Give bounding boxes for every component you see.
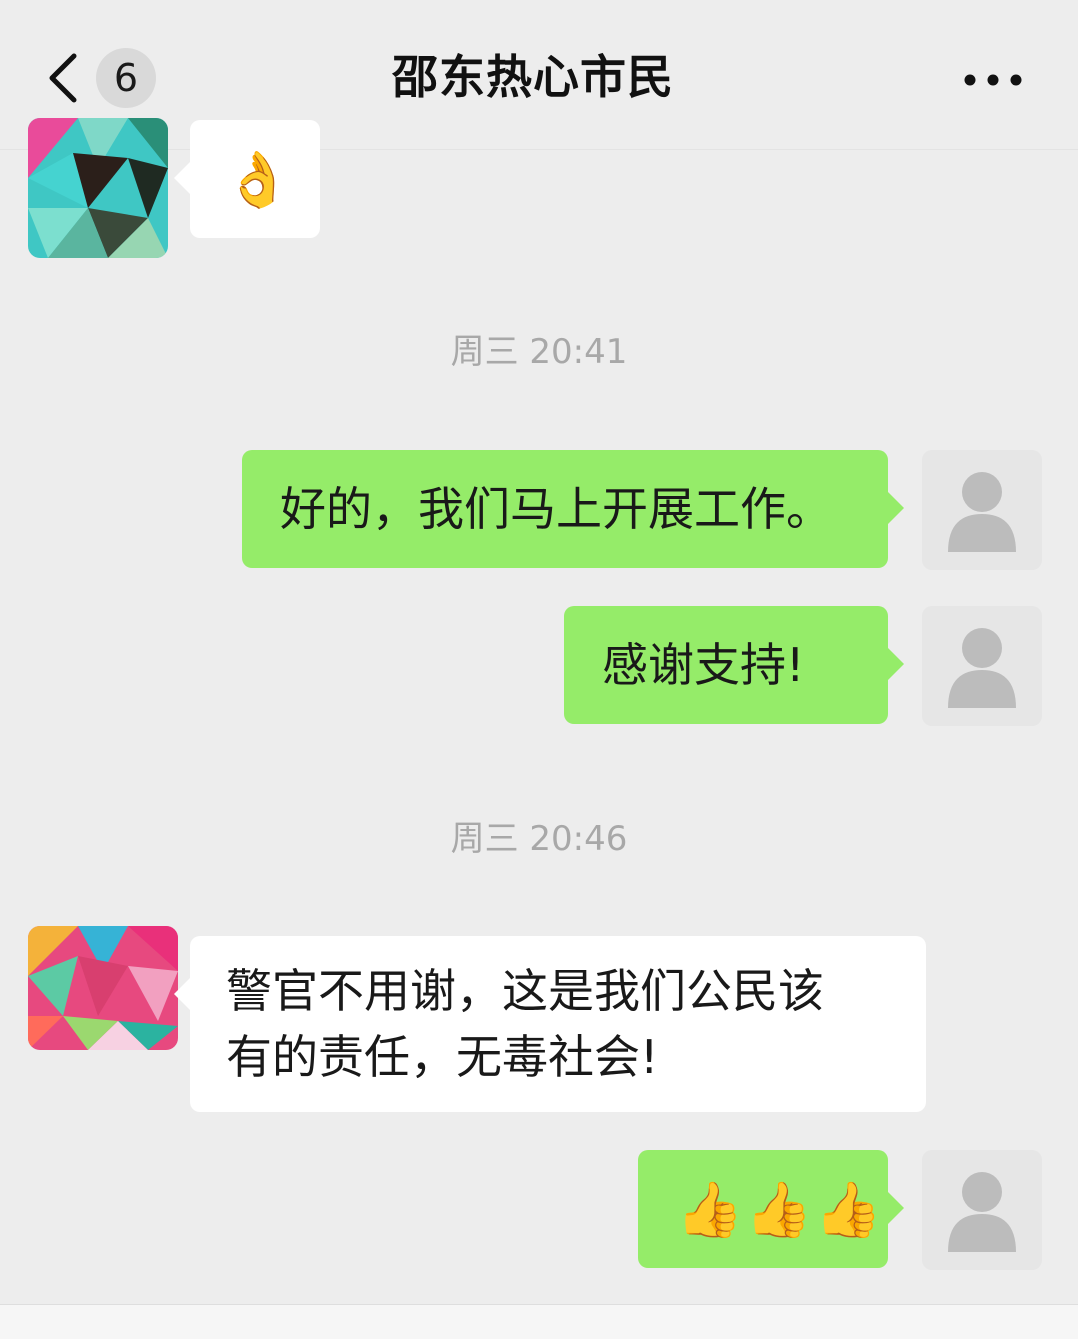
ok-hand-emoji: 👌 [224, 148, 292, 211]
my-avatar[interactable] [922, 450, 1042, 570]
message-text-line: 有的责任，无毒社会! [226, 1030, 659, 1084]
outgoing-message-bubble[interactable]: 好的，我们马上开展工作。 [242, 450, 904, 568]
message-text: 感谢支持! [602, 638, 805, 692]
outgoing-message-bubble[interactable]: 感谢支持! [564, 606, 904, 724]
default-user-icon [948, 628, 1016, 708]
my-avatar[interactable] [922, 1150, 1042, 1270]
incoming-emoji-bubble[interactable]: 👌 [174, 120, 320, 238]
thumbs-up-emoji: 👍👍👍 [676, 1178, 884, 1241]
incoming-message-bubble[interactable]: 警官不用谢，这是我们公民该 有的责任，无毒社会! [174, 936, 926, 1112]
default-user-icon [948, 472, 1016, 552]
timestamp: 周三 20:41 [450, 332, 628, 372]
pixelated-avatar-image [28, 118, 168, 258]
message-text-line: 警官不用谢，这是我们公民该 [226, 964, 824, 1018]
default-user-icon [948, 1172, 1016, 1252]
pixelated-avatar-image [28, 926, 178, 1050]
contact-avatar[interactable] [28, 926, 178, 1050]
contact-avatar[interactable] [28, 118, 168, 258]
chat-title: 邵东热心市民 [392, 50, 674, 104]
message-text: 好的，我们马上开展工作。 [280, 482, 832, 536]
more-dots-icon [964, 74, 1022, 86]
outgoing-emoji-bubble[interactable]: 👍👍👍 [638, 1150, 904, 1268]
timestamp: 周三 20:46 [450, 819, 628, 859]
more-options-button[interactable] [958, 60, 1028, 100]
input-bar[interactable] [0, 1304, 1078, 1339]
my-avatar[interactable] [922, 606, 1042, 726]
